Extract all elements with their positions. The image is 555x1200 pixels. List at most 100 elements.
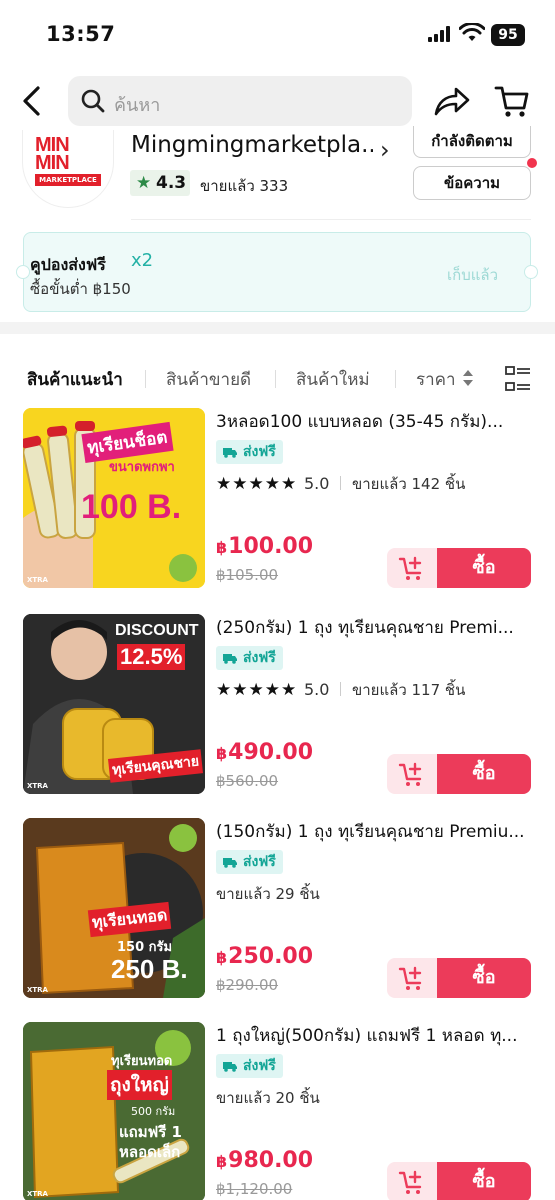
product-sold-count: ขายแล้ว 29 ชิ้น [216, 885, 320, 903]
sort-tabs: สินค้าแนะนำ สินค้าขายดี สินค้าใหม่ ราคา [0, 360, 555, 400]
add-to-cart-button[interactable] [387, 1162, 437, 1200]
following-button[interactable]: กำลังติดตาม [413, 126, 531, 158]
shop-rating: 4.3 [156, 173, 187, 193]
product-card[interactable]: ทุเรียนทอด 150 กรัม 250 B. XTRA (150กรัม… [0, 818, 555, 1003]
xtra-badge: XTRA [27, 986, 48, 994]
chevron-right-icon[interactable]: › [380, 136, 390, 164]
shop-logo-text: MIN MIN [35, 134, 70, 174]
tab-price[interactable]: ราคา [416, 366, 456, 393]
buy-button[interactable]: ซื้อ [437, 1162, 531, 1200]
coupon-multiplier: x2 [131, 250, 154, 271]
signal-icon [428, 26, 450, 42]
add-to-cart-icon [398, 966, 422, 990]
coupon-min-spend: ซื้อขั้นต่ำ ฿150 [30, 280, 131, 298]
search-input[interactable]: ค้นหา [68, 76, 412, 126]
product-card[interactable]: ทุเรียนช็อต ขนาดพกพา 100 B. XTRA 3หลอด10… [0, 408, 555, 593]
add-to-cart-button[interactable] [387, 754, 437, 794]
add-to-cart-button[interactable] [387, 958, 437, 998]
product-title[interactable]: (150กรัม) 1 ถุง ทุเรียนคุณชาย Premiu... [216, 818, 530, 845]
product-image-text: หลอดเล็ก [119, 1143, 181, 1161]
back-icon[interactable] [16, 82, 50, 120]
product-rating: 5.0 [303, 680, 330, 699]
status-time: 13:57 [46, 22, 116, 46]
tab-divider [145, 370, 146, 388]
share-icon[interactable] [432, 82, 472, 120]
tab-recommended[interactable]: สินค้าแนะนำ [27, 366, 123, 393]
shop-name[interactable]: Mingmingmarketpla... [131, 132, 373, 158]
rating-stars: ★★★★★ [216, 474, 298, 494]
product-price-value: 250.00 [228, 944, 314, 969]
buy-button[interactable]: ซื้อ [437, 754, 531, 794]
tab-new[interactable]: สินค้าใหม่ [296, 366, 370, 393]
free-shipping-badge: ส่งฟรี [216, 646, 283, 670]
coupon-notch [524, 265, 538, 279]
truck-icon [223, 858, 237, 868]
tab-bestseller[interactable]: สินค้าขายดี [166, 366, 251, 393]
notification-dot [527, 158, 537, 168]
free-shipping-coupon[interactable]: คูปองส่งฟรี x2 ซื้อขั้นต่ำ ฿150 เก็บแล้ว [16, 232, 538, 312]
product-sold-count: ขายแล้ว 20 ชิ้น [216, 1089, 320, 1107]
product-price: ฿250.00 [216, 944, 314, 969]
star-icon: ★ [136, 173, 152, 193]
truck-icon [223, 448, 237, 458]
product-image[interactable]: ทุเรียนช็อต ขนาดพกพา 100 B. XTRA [23, 408, 205, 588]
buy-button[interactable]: ซื้อ [437, 958, 531, 998]
product-image[interactable]: ทุเรียนทอด ถุงใหญ่ 500 กรัม แถมฟรี 1 หลอ… [23, 1022, 205, 1200]
battery-icon: 95 [491, 24, 525, 46]
product-sold-count: ขายแล้ว 142 ชิ้น [352, 475, 466, 493]
truck-icon [223, 654, 237, 664]
product-image-text: DISCOUNT [115, 622, 199, 639]
product-image[interactable]: ทุเรียนทอด 150 กรัม 250 B. XTRA [23, 818, 205, 998]
xtra-badge: XTRA [27, 782, 48, 790]
add-to-cart-icon [398, 556, 422, 580]
product-meta: ★★★★★ 5.0 ขายแล้ว 142 ชิ้น [216, 472, 465, 496]
free-shipping-label: ส่งฟรี [243, 854, 276, 870]
coupon-notch [16, 265, 30, 279]
product-original-price: ฿290.00 [216, 976, 279, 994]
shop-logo-sub: MARKETPLACE [35, 174, 101, 186]
add-to-cart-button[interactable] [387, 548, 437, 588]
product-meta: ★★★★★ 5.0 ขายแล้ว 117 ชิ้น [216, 678, 465, 702]
product-image[interactable]: DISCOUNT 12.5% ทุเรียนคุณชาย XTRA [23, 614, 205, 794]
shop-logo[interactable]: MIN MIN MARKETPLACE [22, 130, 114, 208]
free-shipping-badge: ส่งฟรี [216, 1054, 283, 1078]
search-icon [81, 89, 105, 113]
buy-button[interactable]: ซื้อ [437, 548, 531, 588]
grid-view-icon[interactable] [505, 366, 531, 392]
product-image-text: ถุงใหญ่ [107, 1070, 172, 1100]
product-price: ฿490.00 [216, 740, 314, 765]
divider [340, 476, 342, 490]
divider [131, 219, 531, 220]
add-to-cart-icon [398, 1170, 422, 1194]
product-meta: ขายแล้ว 20 ชิ้น [216, 1086, 320, 1110]
shop-rating-badge: ★ 4.3 [130, 170, 190, 196]
product-title[interactable]: 3หลอด100 แบบหลอด (35-45 กรัม)... [216, 408, 530, 435]
free-shipping-label: ส่งฟรี [243, 1058, 276, 1074]
sort-icon[interactable] [462, 369, 474, 387]
message-button[interactable]: ข้อความ [413, 166, 531, 200]
divider [340, 682, 342, 696]
product-title[interactable]: 1 ถุงใหญ่(500กรัม) แถมฟรี 1 หลอด ทุ... [216, 1022, 530, 1049]
cart-icon[interactable] [494, 82, 530, 120]
xtra-badge: XTRA [27, 1190, 48, 1198]
product-image-text: 250 B. [111, 954, 188, 984]
status-bar: 13:57 95 [0, 0, 555, 70]
product-card[interactable]: DISCOUNT 12.5% ทุเรียนคุณชาย XTRA (250กร… [0, 614, 555, 799]
top-nav: ค้นหา [0, 70, 555, 134]
xtra-badge: XTRA [27, 576, 48, 584]
wifi-icon [459, 23, 485, 41]
product-card[interactable]: ทุเรียนทอด ถุงใหญ่ 500 กรัม แถมฟรี 1 หลอ… [0, 1022, 555, 1200]
product-image-text: ขนาดพกพา [109, 460, 175, 475]
product-original-price: ฿560.00 [216, 772, 279, 790]
product-title[interactable]: (250กรัม) 1 ถุง ทุเรียนคุณชาย Premi... [216, 614, 530, 641]
product-original-price: ฿1,120.00 [216, 1180, 293, 1198]
tab-divider [275, 370, 276, 388]
search-placeholder: ค้นหา [114, 95, 161, 116]
free-shipping-badge: ส่งฟรี [216, 440, 283, 464]
product-original-price: ฿105.00 [216, 566, 279, 584]
section-separator [0, 322, 555, 334]
product-price: ฿100.00 [216, 534, 314, 559]
product-price-value: 980.00 [228, 1148, 314, 1173]
product-price: ฿980.00 [216, 1148, 314, 1173]
coupon-collected-label[interactable]: เก็บแล้ว [447, 263, 498, 287]
